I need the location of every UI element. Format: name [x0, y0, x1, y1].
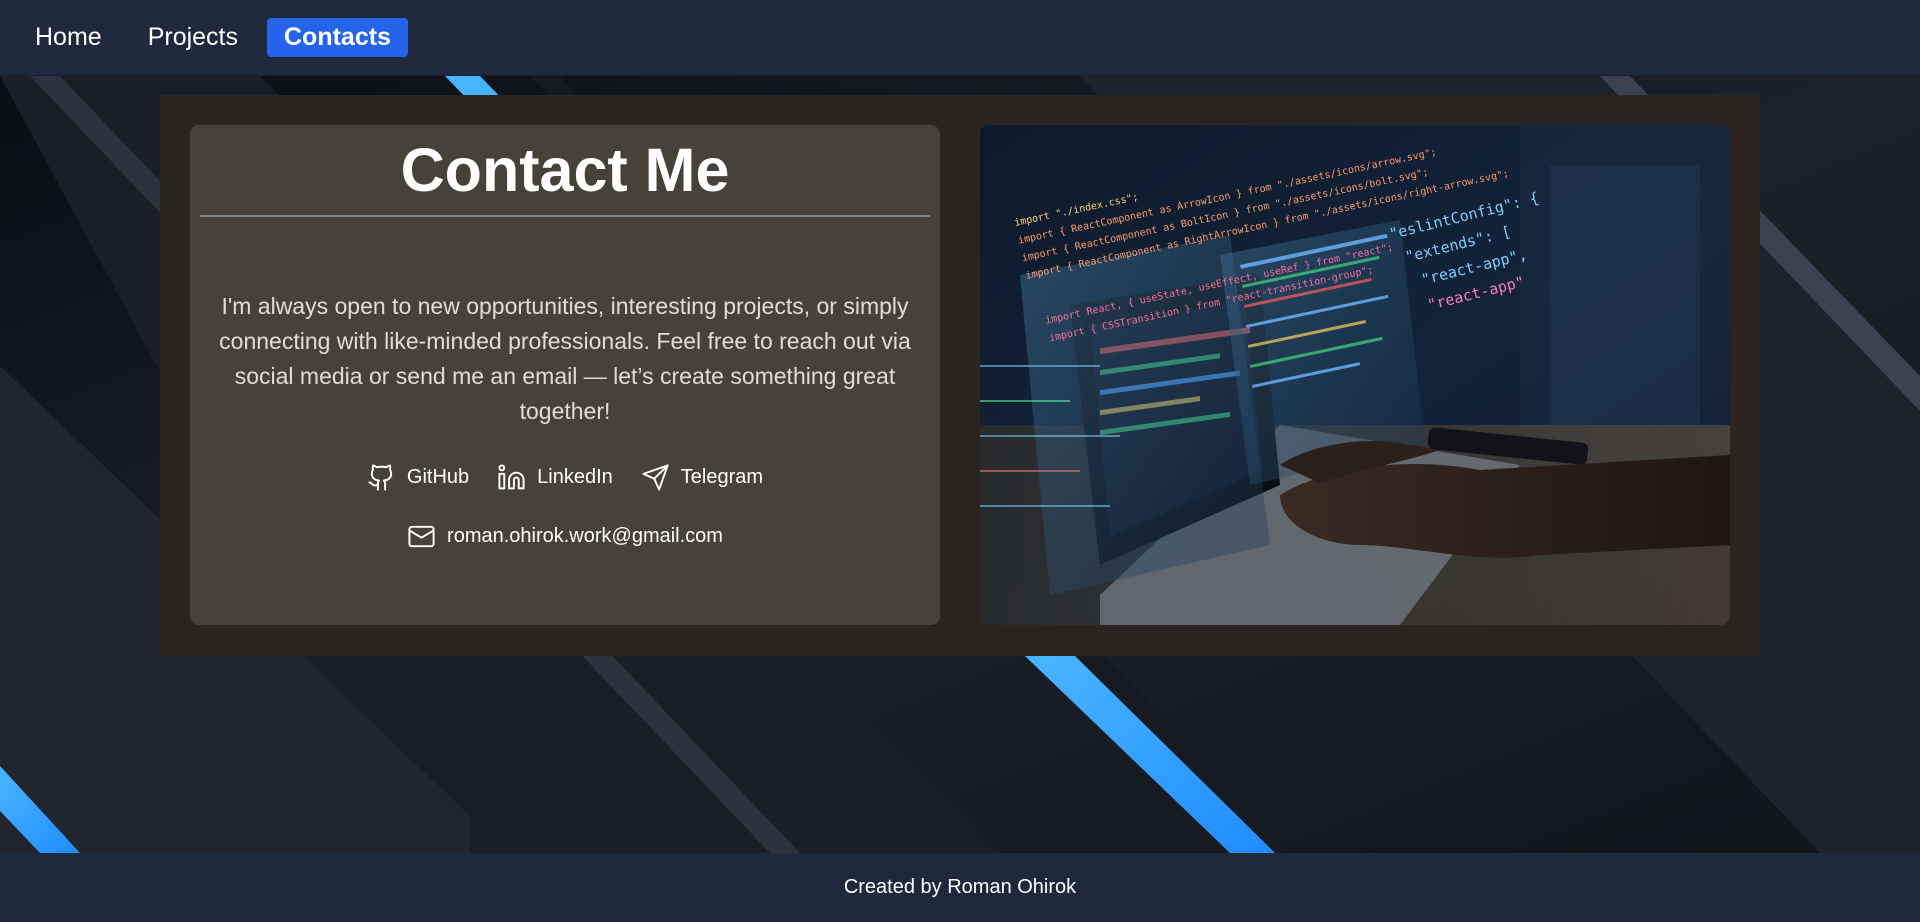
linkedin-label: LinkedIn [537, 465, 613, 488]
title-divider [200, 215, 930, 217]
nav-projects-link[interactable]: Projects [131, 18, 255, 57]
footer-credit: Created by Roman Ohirok [843, 876, 1077, 898]
telegram-label: Telegram [680, 465, 764, 488]
navbar: Home Projects Contacts [0, 0, 1920, 76]
linkedin-link[interactable]: LinkedIn [497, 463, 613, 492]
contact-description: I'm always open to new opportunities, in… [219, 293, 911, 424]
telegram-link[interactable]: Telegram [641, 463, 763, 492]
social-links: GitHub LinkedIn Telegram [190, 460, 940, 494]
telegram-icon [641, 463, 670, 492]
github-link[interactable]: GitHub [367, 463, 469, 492]
mail-icon [407, 522, 436, 551]
linkedin-icon [497, 463, 526, 492]
nav-contacts-link[interactable]: Contacts [267, 18, 408, 57]
contact-card: Contact Me I'm always open to new opport… [190, 125, 940, 625]
github-icon [367, 463, 396, 492]
nav-home-link[interactable]: Home [18, 18, 119, 57]
footer: Created by Roman Ohirok [0, 853, 1920, 922]
contact-section: Contact Me I'm always open to new opport… [160, 95, 1760, 656]
contact-title: Contact Me [400, 136, 730, 204]
email-label: roman.ohirok.work@gmail.com [447, 524, 723, 547]
email-link[interactable]: roman.ohirok.work@gmail.com [407, 522, 723, 551]
github-label: GitHub [406, 465, 470, 488]
email-row: roman.ohirok.work@gmail.com [190, 519, 940, 553]
coding-illustration: import "./index.css"; import { ReactComp… [980, 125, 1730, 625]
